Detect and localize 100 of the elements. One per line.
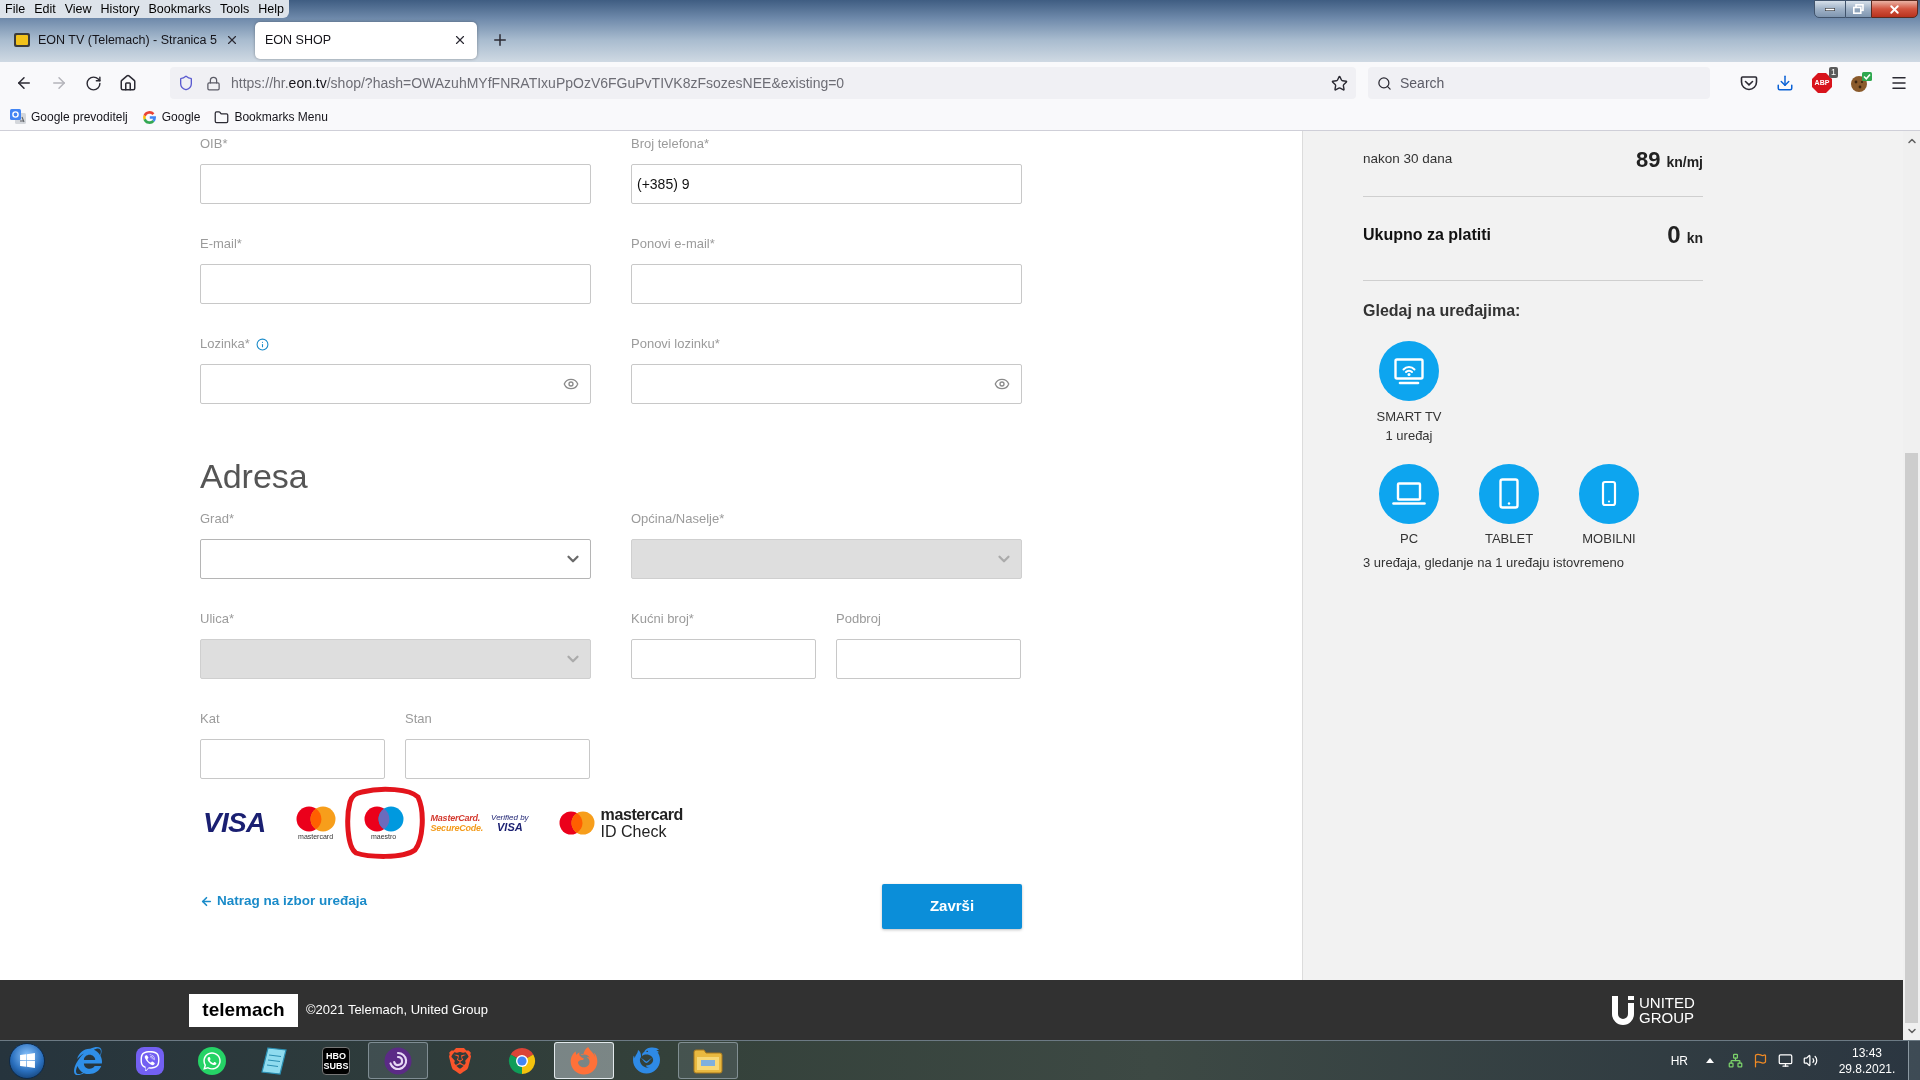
minimize-button[interactable] [1814, 0, 1846, 18]
menu-item[interactable]: Tools [220, 1, 250, 17]
logo-text: SecureCode. [430, 823, 484, 833]
flag-icon[interactable] [1753, 1053, 1768, 1068]
text-field[interactable] [836, 639, 1021, 679]
bookmark-star-icon[interactable] [1331, 74, 1348, 92]
text-field[interactable] [200, 164, 591, 204]
dropdown-field[interactable] [200, 539, 591, 579]
field-label: E-mail* [200, 236, 242, 252]
field-label: Ulica* [200, 611, 234, 627]
browser-tab[interactable]: EON TV (Telemach) - Stranica 5 [4, 21, 249, 59]
u-logo-icon [1611, 995, 1635, 1025]
viber-icon[interactable] [136, 1046, 164, 1075]
smartphone-icon [1579, 464, 1639, 524]
lock-icon[interactable] [206, 75, 221, 91]
eye-icon[interactable] [994, 376, 1010, 392]
bird-icon[interactable] [632, 1047, 660, 1074]
eye-icon[interactable] [563, 376, 579, 392]
shield-icon[interactable] [178, 75, 194, 91]
new-tab-icon[interactable] [491, 31, 509, 49]
clock-time[interactable]: 13:43 [1852, 1044, 1882, 1061]
text-field[interactable] [405, 739, 590, 779]
reload-icon[interactable] [85, 74, 102, 92]
summary-label: nakon 30 dana [1363, 149, 1453, 168]
language-indicator[interactable]: HR [1670, 1051, 1688, 1070]
field-label: Kućni broj* [631, 611, 694, 627]
browser-tab[interactable]: EON SHOP [255, 21, 477, 59]
network-icon[interactable] [1728, 1053, 1743, 1068]
field-label: Kat [200, 711, 220, 727]
menu-item[interactable]: File [5, 1, 26, 17]
finish-button[interactable]: Završi [882, 884, 1022, 929]
text-field[interactable] [200, 739, 385, 779]
field-label: OIB* [200, 136, 228, 152]
info-icon[interactable] [255, 337, 269, 351]
start-orb-icon[interactable] [9, 1042, 45, 1079]
logo-text: MasterCard. [430, 813, 482, 823]
firefox-icon [570, 1046, 598, 1075]
menu-item[interactable]: Bookmarks [148, 1, 211, 17]
back-link[interactable]: Natrag na izbor uređaja [200, 893, 368, 909]
device-label: MOBILNI [1582, 531, 1636, 547]
close-icon [1888, 2, 1901, 16]
field-label: Ponovi lozinku* [631, 336, 720, 352]
whatsapp-icon[interactable] [198, 1046, 226, 1075]
home-icon[interactable] [119, 74, 137, 92]
monitor-icon[interactable] [1778, 1053, 1793, 1068]
close-icon[interactable] [453, 33, 467, 47]
address-bar[interactable]: https://hr.eon.tv/shop/?hash=OWAzuhMYfFNRATIxuPpOzV6FGuPvTIVK8zFsozesNEE&existing=0 [170, 67, 1356, 99]
field-label: Grad* [200, 511, 234, 527]
menu-item[interactable]: Help [258, 1, 284, 17]
visa-logo: VISA [203, 807, 266, 838]
search-field[interactable]: Search [1368, 67, 1710, 99]
price-unit: kn/mj [1666, 152, 1703, 172]
field-label: Podbroj [836, 611, 881, 627]
device-label: PC [1399, 531, 1419, 547]
device-note: 3 uređaja, gledanje na 1 uređaju istovremeno [1363, 555, 1624, 571]
field-label: Ponovi e-mail* [631, 236, 715, 252]
scrollbar-thumb[interactable] [1905, 453, 1918, 1023]
devices-heading: Gledaj na uređajima: [1363, 301, 1521, 321]
price-amount: 0 [1667, 220, 1681, 250]
password-field[interactable] [200, 364, 591, 404]
group-logo-text: UNITED GROUP [1639, 995, 1696, 1025]
close-button[interactable] [1871, 0, 1918, 18]
download-icon[interactable] [1776, 74, 1794, 92]
brave-lion-icon[interactable] [447, 1047, 473, 1074]
section-heading: Adresa [200, 456, 308, 496]
swirl-icon [384, 1046, 412, 1075]
show-desktop-button[interactable] [1908, 1041, 1920, 1080]
cookie-check-icon[interactable] [1850, 72, 1872, 94]
speaker-icon[interactable] [1803, 1053, 1818, 1068]
taskbar-button[interactable] [368, 1042, 428, 1079]
notepad-icon[interactable] [261, 1046, 287, 1075]
menu-item[interactable]: View [64, 1, 92, 17]
google-g-icon [141, 109, 157, 125]
bookmark-item[interactable]: Bookmarks Menu [214, 108, 328, 126]
text-field[interactable] [631, 639, 816, 679]
arrow-left-icon [200, 894, 213, 908]
menu-item[interactable]: Edit [34, 1, 56, 17]
menu-item[interactable]: History [100, 1, 140, 17]
clock-date[interactable]: 29.8.2021. [1838, 1060, 1896, 1077]
chrome-icon[interactable] [508, 1046, 536, 1075]
folder-icon [214, 109, 230, 125]
internet-explorer-icon[interactable] [74, 1046, 102, 1075]
restore-button[interactable] [1846, 0, 1871, 18]
text-field[interactable] [200, 264, 591, 304]
tablet-icon [1479, 464, 1539, 524]
text-field[interactable]: (+385) 9 [631, 164, 1022, 204]
password-field[interactable] [631, 364, 1022, 404]
bookmark-item[interactable]: Google prevoditelj [10, 108, 128, 126]
overlapping-circles-icon [363, 805, 404, 832]
close-icon[interactable] [225, 33, 239, 47]
pocket-icon[interactable] [1740, 74, 1758, 92]
bookmark-item[interactable]: Google [141, 108, 201, 126]
search-icon [1377, 75, 1392, 91]
app-logo-tile[interactable]: HBO SUBS [322, 1046, 350, 1075]
tray-up-arrow-icon[interactable] [1706, 1058, 1714, 1063]
text-field[interactable] [631, 264, 1022, 304]
laptop-icon [1379, 464, 1439, 524]
taskbar-button[interactable] [678, 1042, 738, 1079]
menu-icon[interactable] [1890, 74, 1908, 92]
folder-icon [693, 1047, 723, 1074]
